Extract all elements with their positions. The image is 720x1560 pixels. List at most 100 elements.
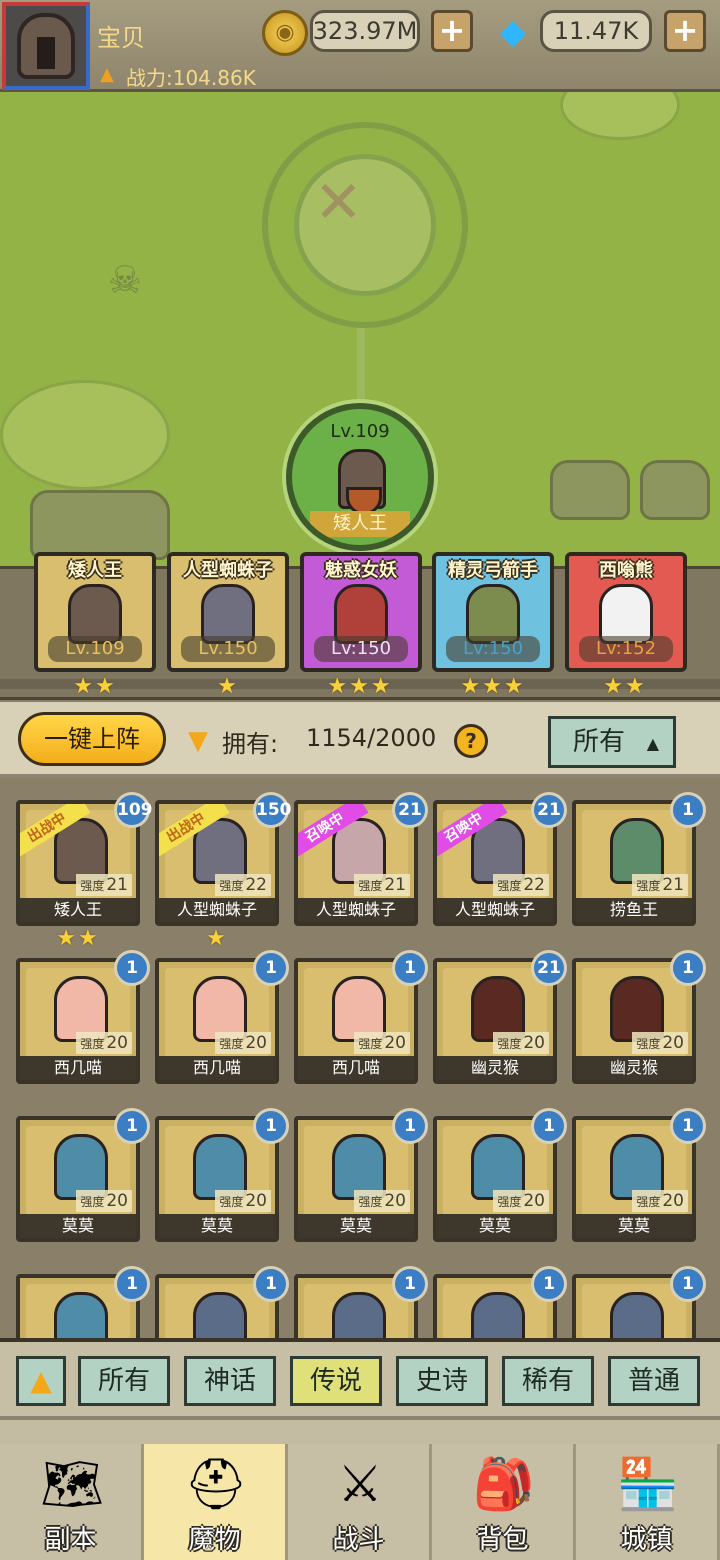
star-rating: ★★★ [327,674,393,699]
star-rating: ★★ [73,674,117,699]
level-badge: 1 [253,1108,289,1144]
rarity-filter-button[interactable]: 普通 [608,1356,700,1406]
battle-portal[interactable]: ✕ [262,122,468,328]
sort-filter-dropdown[interactable]: 所有 ▲ [548,716,676,768]
leader-monster[interactable]: Lv.109 矮人王 [286,403,434,551]
strength-label: 强度 [219,1037,244,1051]
strength-value: 强度 20 [493,1032,549,1054]
star-rating: ★ [206,926,228,951]
monster-sprite [599,584,653,644]
monster-sprite [201,584,255,644]
monster-sprite [466,584,520,644]
strength-label: 强度 [219,1195,244,1209]
rarity-filter-button[interactable]: 神话 [184,1356,276,1406]
team-slot[interactable]: 人型蜘蛛子 Lv.150 [167,552,289,672]
collapse-up-icon[interactable]: ▲ [16,1356,66,1406]
nav-tab[interactable]: 🏪 城镇 [576,1444,720,1560]
monster-name: 捞鱼王 [576,898,692,922]
nav-label: 背包 [476,1525,529,1555]
level-badge: 1 [670,1266,706,1302]
strength-value: 强度 20 [76,1032,132,1054]
monster-name: 矮人王 [20,898,136,922]
monster-sprite [54,1292,108,1338]
strength-value: 强度 22 [493,874,549,896]
level-badge: 21 [531,792,567,828]
strength-number: 20 [106,1191,128,1211]
down-arrow-icon: ▼ [188,726,208,756]
level-badge: 1 [531,1266,567,1302]
map-rock [30,490,170,560]
strength-value: 强度 20 [632,1190,688,1212]
team-slot-name: 西嗡熊 [599,560,653,581]
monster-name: 人型蜘蛛子 [159,898,275,922]
level-badge: 1 [114,1108,150,1144]
strength-label: 强度 [80,1195,105,1209]
monster-name: 西几喵 [20,1056,136,1080]
monster-name: 幽灵猴 [576,1056,692,1080]
strength-value: 强度 20 [76,1190,132,1212]
strength-number: 20 [662,1191,684,1211]
monster-name: 莫莫 [159,1214,275,1238]
help-button[interactable]: ? [454,724,488,758]
strength-number: 20 [245,1191,267,1211]
rarity-filter-button[interactable]: 所有 [78,1356,170,1406]
crossed-swords-icon: ✕ [314,168,363,236]
level-badge: 1 [253,950,289,986]
level-badge: 1 [670,792,706,828]
nav-label: 战斗 [332,1525,385,1555]
level-badge: 109 [114,792,153,828]
strength-value: 强度 22 [215,874,271,896]
nav-tab[interactable]: 🎒 背包 [432,1444,576,1560]
strength-label: 强度 [497,1037,522,1051]
level-badge: 21 [392,792,428,828]
level-badge: 1 [531,1108,567,1144]
level-badge: 1 [392,1108,428,1144]
team-slot[interactable]: 矮人王 Lv.109 [34,552,156,672]
strength-number: 22 [523,875,545,895]
crossed-swords-icon: ⚔ [337,1455,383,1513]
level-badge: 150 [253,792,292,828]
team-slot[interactable]: 西嗡熊 Lv:152 [565,552,687,672]
gem-amount: 11.47K [540,10,652,52]
rarity-filter-button[interactable]: 传说 [290,1356,382,1406]
map-hill [0,380,170,490]
strength-value: 强度 20 [632,1032,688,1054]
nav-tab[interactable]: ⚔ 战斗 [288,1444,432,1560]
strength-number: 20 [523,1033,545,1053]
nav-label: 城镇 [620,1525,673,1555]
player-name: 宝贝 [97,24,145,52]
monster-name: 莫莫 [437,1214,553,1238]
team-slot-level: Lv:152 [579,636,673,662]
strength-label: 强度 [219,879,244,893]
level-badge: 1 [392,1266,428,1302]
knight-helmet-icon [17,13,75,79]
team-slot[interactable]: 魅惑女妖 Lv:150 [300,552,422,672]
add-gems-button[interactable]: + [664,10,706,52]
strength-value: 强度 20 [493,1190,549,1212]
monster-name: 莫莫 [576,1214,692,1238]
add-gold-button[interactable]: + [431,10,473,52]
team-slot-name: 精灵弓箭手 [448,560,538,581]
team-slot-level: Lv.109 [48,636,142,662]
rarity-filter-button[interactable]: 史诗 [396,1356,488,1406]
level-badge: 21 [531,950,567,986]
monster-sprite [193,1292,247,1338]
monster-name: 幽灵猴 [437,1056,553,1080]
triangle-up-icon: ▲ [646,734,659,753]
gold-coin-icon: ◉ [262,10,308,56]
rarity-filter-button[interactable]: 稀有 [502,1356,594,1406]
monster-sprite [610,1292,664,1338]
strength-label: 强度 [497,879,522,893]
monster-name: 莫莫 [298,1214,414,1238]
level-badge: 1 [670,950,706,986]
strength-label: 强度 [80,879,105,893]
team-slot[interactable]: 精灵弓箭手 Lv:150 [432,552,554,672]
strength-label: 强度 [80,1037,105,1051]
level-badge: 1 [114,1266,150,1302]
monster-name: 人型蜘蛛子 [437,898,553,922]
player-avatar[interactable] [2,2,90,90]
auto-deploy-button[interactable]: 一键上阵 [18,712,166,766]
nav-tab[interactable]: 🗺 副本 [0,1444,144,1560]
nav-tab[interactable]: ⛑ 魔物 [144,1444,288,1560]
strength-number: 20 [384,1033,406,1053]
